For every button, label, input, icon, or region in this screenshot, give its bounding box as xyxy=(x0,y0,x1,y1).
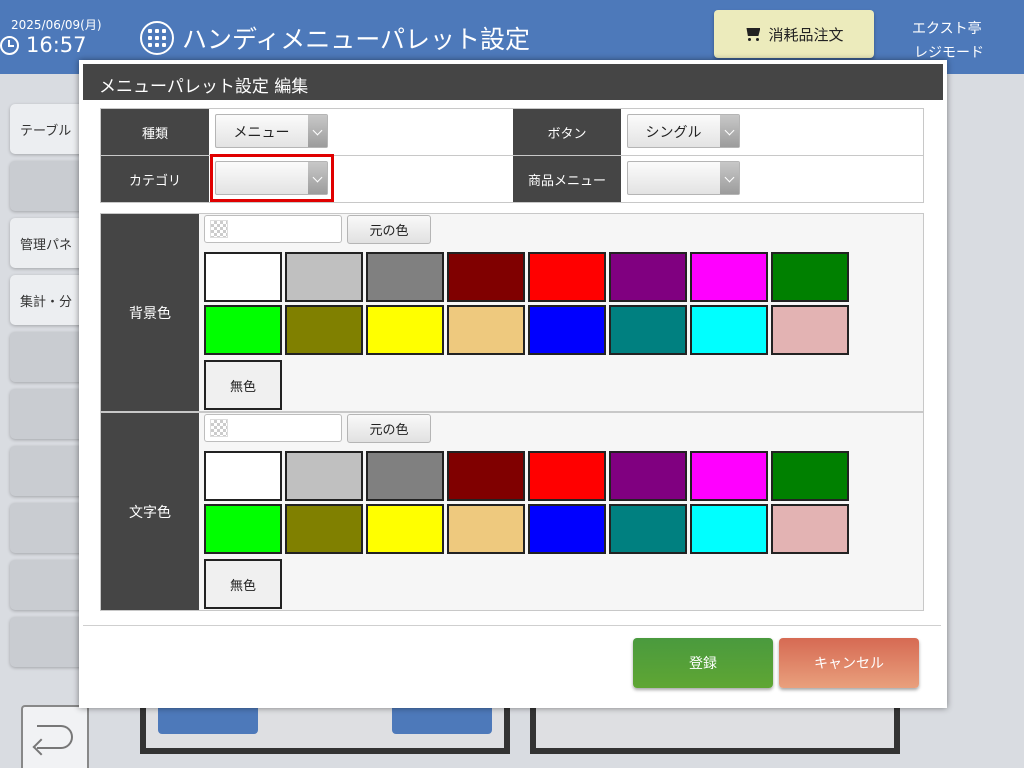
chevron-down-icon xyxy=(720,162,739,194)
supply-order-button[interactable]: 消耗品注文 xyxy=(714,10,874,58)
text-color-label: 文字色 xyxy=(101,413,199,610)
text-color-swatch[interactable] xyxy=(447,451,525,501)
header-time-text: 16:57 xyxy=(26,33,87,57)
page-title: ハンディメニューパレット設定 xyxy=(182,25,531,54)
background-color-swatch[interactable] xyxy=(366,252,444,302)
background-color-swatch[interactable] xyxy=(690,252,768,302)
product-menu-label: 商品メニュー xyxy=(513,156,621,202)
background-color-section: 背景色 元の色 無色 xyxy=(100,213,924,412)
category-label: カテゴリ xyxy=(101,156,209,202)
edit-dialog: メニューパレット設定 編集 種類 メニュー ボタン シングル カテゴリ 商品メニ… xyxy=(79,60,947,708)
side-menu-blank[interactable] xyxy=(10,503,90,553)
side-menu-blank[interactable] xyxy=(10,617,90,667)
text-original-color-button[interactable]: 元の色 xyxy=(347,414,431,443)
header-date: 2025/06/09(月) xyxy=(11,18,102,32)
background-color-swatch[interactable] xyxy=(285,252,363,302)
text-color-swatch[interactable] xyxy=(771,504,849,554)
background-color-swatch[interactable] xyxy=(609,252,687,302)
button-label: ボタン xyxy=(513,109,621,155)
background-panel-right xyxy=(530,706,900,754)
background-color-swatch[interactable] xyxy=(447,305,525,355)
text-color-section: 文字色 元の色 無色 xyxy=(100,412,924,611)
background-color-swatch[interactable] xyxy=(609,305,687,355)
header-time: 16:57 xyxy=(0,33,87,57)
text-color-swatch[interactable] xyxy=(366,451,444,501)
text-color-swatch[interactable] xyxy=(771,451,849,501)
keypad-icon xyxy=(140,21,174,55)
text-color-swatch[interactable] xyxy=(204,504,282,554)
cancel-button[interactable]: キャンセル xyxy=(779,638,919,688)
dialog-title: メニューパレット設定 編集 xyxy=(83,64,943,100)
transparent-pattern-icon xyxy=(210,419,228,437)
background-color-swatch[interactable] xyxy=(528,305,606,355)
text-color-swatch[interactable] xyxy=(609,504,687,554)
return-arrow-icon xyxy=(37,725,73,749)
text-color-swatch[interactable] xyxy=(285,504,363,554)
background-color-swatch[interactable] xyxy=(690,305,768,355)
side-menu-blank[interactable] xyxy=(10,560,90,610)
supply-order-label: 消耗品注文 xyxy=(768,25,844,44)
store-name: エクスト亭 xyxy=(912,21,982,37)
text-color-swatch[interactable] xyxy=(285,451,363,501)
side-menu-blank[interactable] xyxy=(10,389,90,439)
type-select[interactable]: メニュー xyxy=(215,114,328,148)
background-no-color-button[interactable]: 無色 xyxy=(204,360,282,410)
type-select-value: メニュー xyxy=(233,125,290,141)
background-color-swatch[interactable] xyxy=(771,252,849,302)
background-prev-button[interactable] xyxy=(158,706,258,734)
register-button[interactable]: 登録 xyxy=(633,638,773,688)
side-menu-blank[interactable] xyxy=(10,446,90,496)
background-color-swatch[interactable] xyxy=(366,305,444,355)
text-color-swatch[interactable] xyxy=(528,504,606,554)
cart-icon xyxy=(744,27,762,41)
text-color-swatch[interactable] xyxy=(690,451,768,501)
background-next-button[interactable] xyxy=(392,706,492,734)
side-menu-blank[interactable] xyxy=(10,161,90,211)
background-color-swatch[interactable] xyxy=(204,305,282,355)
chevron-down-icon xyxy=(720,115,739,147)
category-highlight-frame xyxy=(210,154,334,202)
side-menu-blank[interactable] xyxy=(10,332,90,382)
background-color-swatch[interactable] xyxy=(771,305,849,355)
button-select[interactable]: シングル xyxy=(627,114,740,148)
button-select-value: シングル xyxy=(645,125,702,141)
background-original-color-button[interactable]: 元の色 xyxy=(347,215,431,244)
clock-icon xyxy=(0,36,19,55)
text-color-swatch[interactable] xyxy=(528,451,606,501)
transparent-pattern-icon xyxy=(210,220,228,238)
register-mode: レジモード xyxy=(914,45,984,61)
text-color-swatch[interactable] xyxy=(366,504,444,554)
side-menu-table[interactable]: テーブル xyxy=(10,104,90,154)
footer-divider xyxy=(83,625,941,626)
text-no-color-button[interactable]: 無色 xyxy=(204,559,282,609)
background-color-swatch[interactable] xyxy=(447,252,525,302)
background-color-swatch[interactable] xyxy=(285,305,363,355)
background-color-label: 背景色 xyxy=(101,214,199,411)
type-label: 種類 xyxy=(101,109,209,155)
chevron-down-icon xyxy=(308,115,327,147)
text-color-preview xyxy=(204,414,342,442)
side-menu-management[interactable]: 管理パネ xyxy=(10,218,90,268)
text-color-swatch[interactable] xyxy=(609,451,687,501)
background-color-swatch[interactable] xyxy=(204,252,282,302)
back-button[interactable] xyxy=(21,705,89,768)
product-menu-select[interactable] xyxy=(627,161,740,195)
text-color-swatch[interactable] xyxy=(690,504,768,554)
side-menu-analytics[interactable]: 集計・分 xyxy=(10,275,90,325)
text-color-swatch[interactable] xyxy=(204,451,282,501)
background-color-swatch[interactable] xyxy=(528,252,606,302)
text-color-swatch[interactable] xyxy=(447,504,525,554)
background-color-preview xyxy=(204,215,342,243)
